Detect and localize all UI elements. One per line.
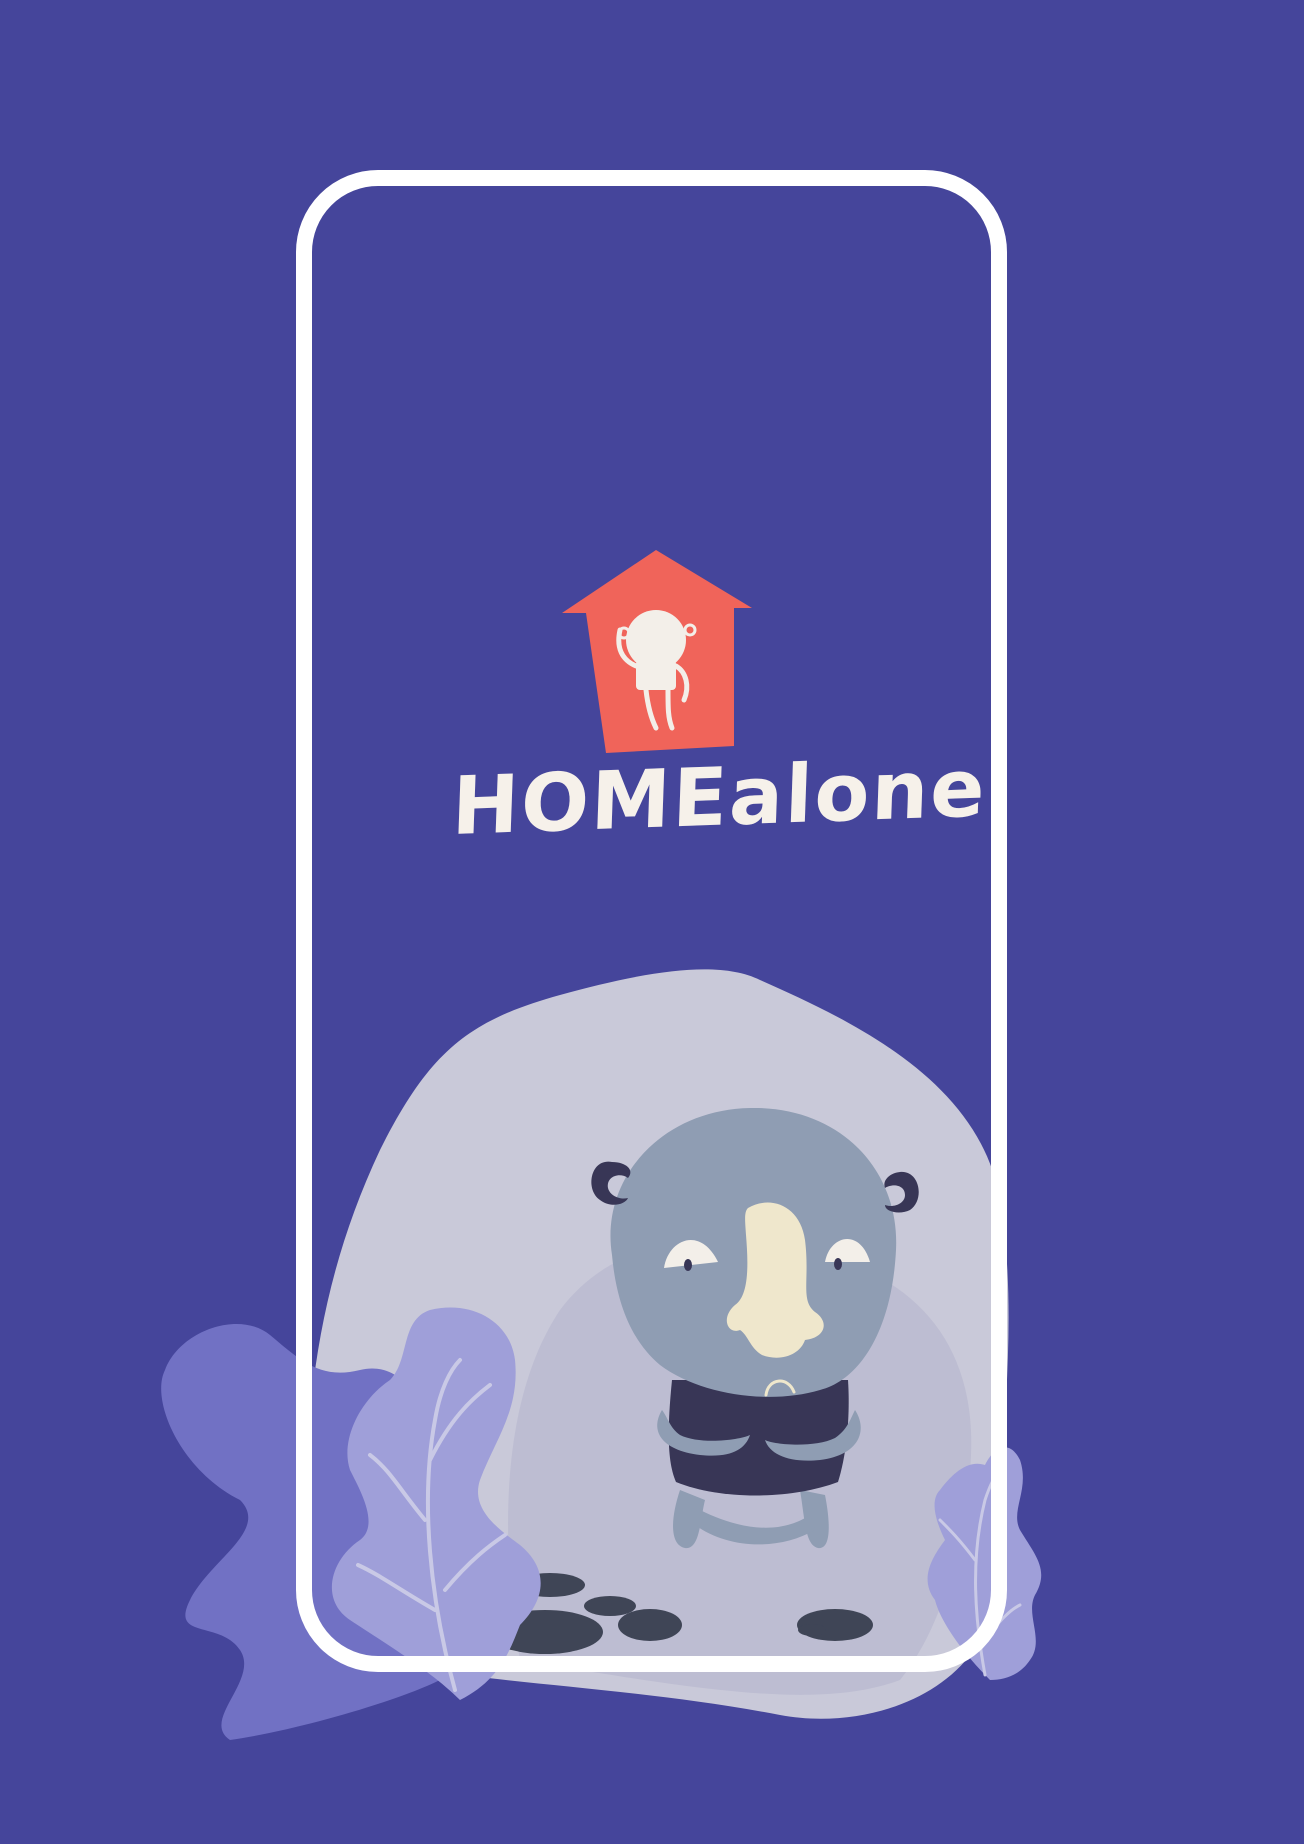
house-with-waving-figure-icon — [562, 550, 752, 753]
splash-screen: HOMEalone — [0, 0, 1304, 1844]
splash-illustration — [161, 969, 1042, 1740]
app-title: HOMEalone — [450, 741, 989, 854]
